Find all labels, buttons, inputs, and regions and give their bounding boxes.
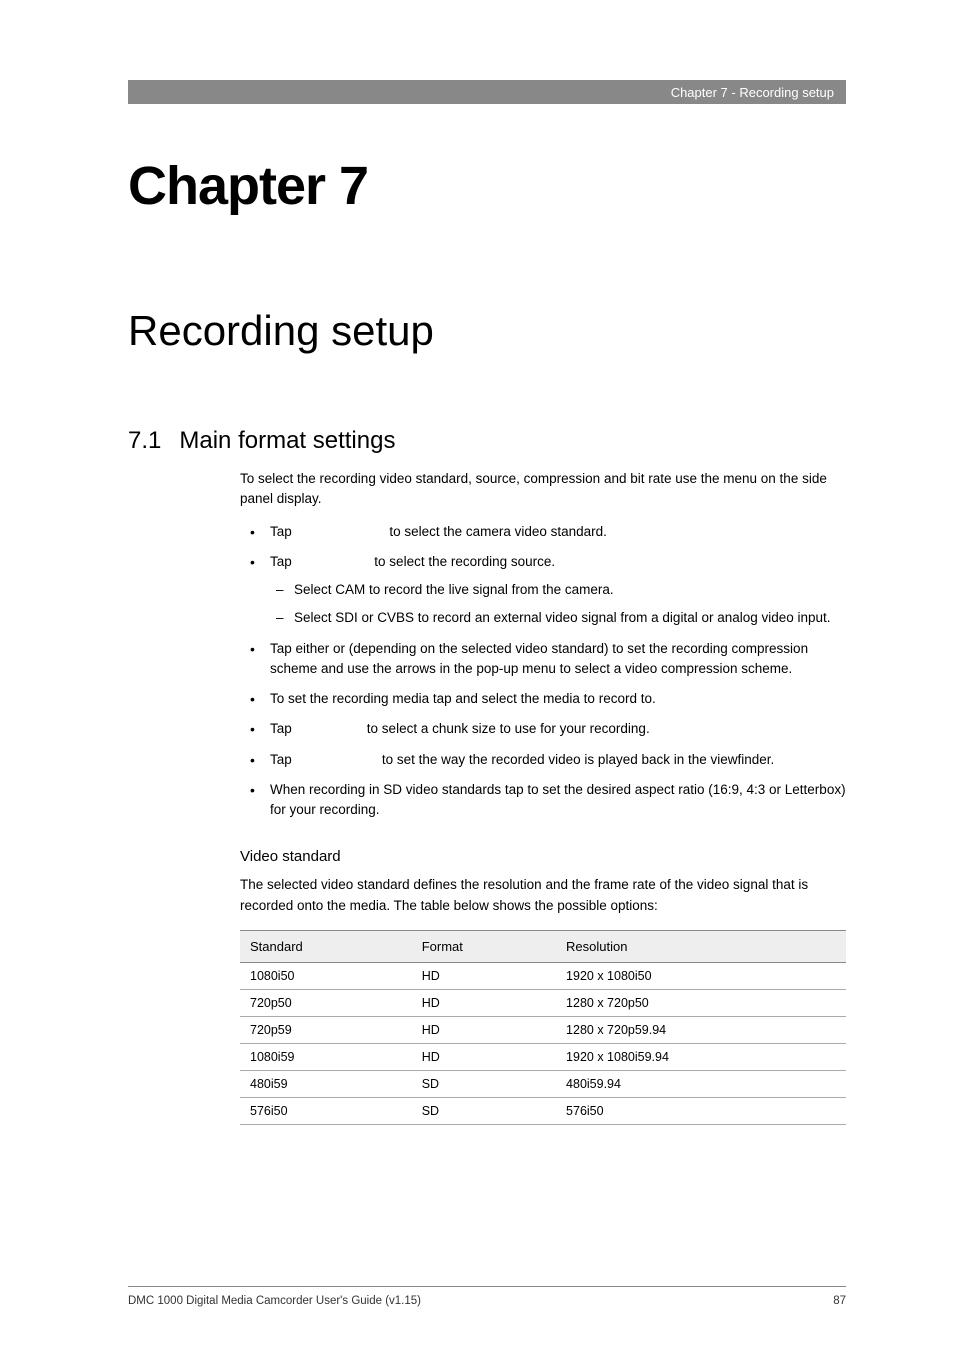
table-cell: 720p59 <box>240 1016 412 1043</box>
chapter-number: Chapter 7 <box>128 155 846 217</box>
table-cell: 1920 x 1080i50 <box>556 962 846 989</box>
list-item-text: Tap <box>270 554 296 569</box>
subsection-text: The selected video standard defines the … <box>240 875 846 916</box>
section-number: 7.1 <box>128 427 161 454</box>
running-header-text: Chapter 7 - Recording setup <box>671 85 834 100</box>
chapter-title: Recording setup <box>128 307 846 355</box>
list-item-text: to select a chunk size to use for your r… <box>363 721 650 736</box>
table-cell: 480i59.94 <box>556 1070 846 1097</box>
subsection-title: Video standard <box>240 848 846 865</box>
list-item: When recording in SD video standards tap… <box>240 780 846 821</box>
table-header-row: Standard Format Resolution <box>240 930 846 962</box>
page-content: Chapter 7 Recording setup 7.1 Main format… <box>128 155 846 1125</box>
table-cell: 576i50 <box>240 1097 412 1124</box>
list-item-text: Tap <box>270 721 296 736</box>
table-header: Standard <box>240 930 412 962</box>
video-standard-table: Standard Format Resolution 1080i50HD1920… <box>240 930 846 1125</box>
list-item: To set the recording media tap and selec… <box>240 689 846 709</box>
list-item-text: Tap <box>270 752 296 767</box>
table-cell: SD <box>412 1070 556 1097</box>
footer-row: DMC 1000 Digital Media Camcorder User's … <box>128 1295 846 1307</box>
table-cell: SD <box>412 1097 556 1124</box>
page-footer: DMC 1000 Digital Media Camcorder User's … <box>128 1286 846 1307</box>
table-cell: 1280 x 720p50 <box>556 989 846 1016</box>
table-cell: HD <box>412 1016 556 1043</box>
list-item-text: Select SDI or CVBS to record an external… <box>294 610 831 625</box>
footer-rule <box>128 1286 846 1287</box>
footer-left: DMC 1000 Digital Media Camcorder User's … <box>128 1295 421 1307</box>
list-item-text: When recording in SD video standards tap… <box>270 782 846 817</box>
table-cell: HD <box>412 962 556 989</box>
list-item: Tap to set the way the recorded video is… <box>240 750 846 770</box>
list-item-text: To set the recording media tap and selec… <box>270 691 656 706</box>
section-intro: To select the recording video standard, … <box>240 469 846 510</box>
list-item: Select SDI or CVBS to record an external… <box>270 608 846 628</box>
table-row: 1080i59HD1920 x 1080i59.94 <box>240 1043 846 1070</box>
list-item: Tap to select the recording source. Sele… <box>240 552 846 629</box>
section-heading: 7.1 Main format settings <box>128 427 846 455</box>
list-item: Select CAM to record the live signal fro… <box>270 580 846 600</box>
table-header: Resolution <box>556 930 846 962</box>
table-cell: 1080i50 <box>240 962 412 989</box>
list-item-text: to set the way the recorded video is pla… <box>378 752 774 767</box>
list-item-text: to select the recording source. <box>371 554 556 569</box>
sublist: Select CAM to record the live signal fro… <box>270 580 846 629</box>
list-item: Tap to select the camera video standard. <box>240 522 846 542</box>
section-body: To select the recording video standard, … <box>240 469 846 1125</box>
table-cell: 1280 x 720p59.94 <box>556 1016 846 1043</box>
table-cell: 720p50 <box>240 989 412 1016</box>
list-item-text: Tap either or (depending on the selected… <box>270 641 808 676</box>
list-item: Tap to select a chunk size to use for yo… <box>240 719 846 739</box>
table-row: 720p59HD1280 x 720p59.94 <box>240 1016 846 1043</box>
section-title: Main format settings <box>179 427 395 454</box>
footer-page-number: 87 <box>833 1295 846 1307</box>
list-item: Tap either or (depending on the selected… <box>240 639 846 680</box>
table-row: 1080i50HD1920 x 1080i50 <box>240 962 846 989</box>
table-header: Format <box>412 930 556 962</box>
table-row: 720p50HD1280 x 720p50 <box>240 989 846 1016</box>
table-cell: HD <box>412 989 556 1016</box>
list-item-text: to select the camera video standard. <box>386 524 607 539</box>
table-cell: HD <box>412 1043 556 1070</box>
list-item-text: Tap <box>270 524 296 539</box>
table-row: 480i59SD480i59.94 <box>240 1070 846 1097</box>
table-cell: 1080i59 <box>240 1043 412 1070</box>
table-cell: 480i59 <box>240 1070 412 1097</box>
table-row: 576i50SD576i50 <box>240 1097 846 1124</box>
header-bar: Chapter 7 - Recording setup <box>128 80 846 104</box>
table-cell: 576i50 <box>556 1097 846 1124</box>
bullet-list: Tap to select the camera video standard.… <box>240 522 846 821</box>
table-cell: 1920 x 1080i59.94 <box>556 1043 846 1070</box>
list-item-text: Select CAM to record the live signal fro… <box>294 582 614 597</box>
